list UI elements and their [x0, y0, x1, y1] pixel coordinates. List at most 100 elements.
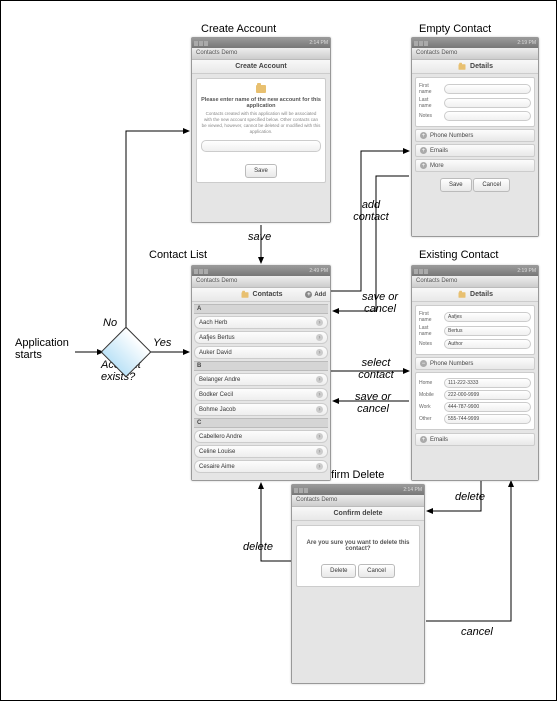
app-title-bar: Contacts Demo	[192, 48, 330, 60]
phone-row: Work444-787-9900	[419, 402, 531, 412]
last-name-label: Last name	[419, 97, 441, 109]
last-name-input[interactable]: Bertus	[444, 326, 531, 336]
edge-cancel-confirm: cancel	[461, 626, 493, 638]
existing-contact-body: First nameAafjes Last nameBertus NotesAu…	[412, 302, 538, 480]
save-button[interactable]: Save	[440, 178, 472, 192]
chevron-icon: ›	[316, 391, 323, 398]
list-item[interactable]: Aafjes Bertus›	[194, 331, 328, 344]
phone-row: Mobile222-000-9999	[419, 390, 531, 400]
notes-label: Notes	[419, 113, 441, 119]
last-name-input[interactable]	[444, 98, 531, 108]
status-bar: 2:14 PM	[292, 485, 424, 495]
section-header-c: C	[194, 418, 328, 428]
edge-no: No	[103, 317, 117, 329]
chevron-icon: ›	[316, 406, 323, 413]
folder-icon	[241, 292, 248, 298]
chevron-icon: ›	[316, 463, 323, 470]
title-contact-list: Contact List	[149, 249, 207, 261]
prompt-desc: Contacts created with this application w…	[201, 111, 321, 134]
first-name-input[interactable]	[444, 84, 531, 94]
list-item[interactable]: Cesaire Aime›	[194, 460, 328, 473]
title-existing-contact: Existing Contact	[419, 249, 498, 261]
emails-accordion[interactable]: +Emails	[415, 144, 535, 157]
list-item[interactable]: Bodker Cecil›	[194, 388, 328, 401]
account-name-input[interactable]	[201, 140, 321, 152]
chevron-icon: ›	[316, 319, 323, 326]
notes-input[interactable]: Author	[444, 339, 531, 349]
app-title-bar: Contacts Demo	[412, 276, 538, 288]
list-item[interactable]: Bohme Jacob›	[194, 403, 328, 416]
plus-icon: +	[305, 291, 312, 298]
phone-input[interactable]: 555-744-9999	[444, 414, 531, 424]
app-title-bar: Contacts Demo	[292, 495, 424, 507]
phone-numbers-accordion[interactable]: −Phone Numbers	[415, 357, 535, 370]
list-item[interactable]: Belanger Andre›	[194, 373, 328, 386]
confirm-delete-body: Are you sure you want to delete this con…	[292, 521, 424, 683]
cancel-button[interactable]: Cancel	[358, 564, 395, 578]
prompt-bold: Please enter name of the new account for…	[201, 97, 321, 109]
phone-empty-contact: 2:19 PM Contacts Demo Details First name…	[411, 37, 539, 237]
first-name-label: First name	[419, 83, 441, 95]
section-header-b: B	[194, 361, 328, 371]
create-account-body: Please enter name of the new account for…	[192, 74, 330, 222]
edge-delete-existing: delete	[455, 491, 485, 503]
add-button[interactable]: +Add	[305, 291, 326, 298]
phone-input[interactable]: 111-222-3333	[444, 378, 531, 388]
label-application-starts: Application starts	[15, 337, 75, 361]
chevron-icon: ›	[316, 433, 323, 440]
emails-accordion[interactable]: +Emails	[415, 433, 535, 446]
notes-label: Notes	[419, 341, 441, 347]
edge-yes: Yes	[153, 337, 171, 349]
first-name-label: First name	[419, 311, 441, 323]
phone-input[interactable]: 222-000-9999	[444, 390, 531, 400]
more-accordion[interactable]: +More	[415, 159, 535, 172]
edge-delete-confirm: delete	[243, 541, 273, 553]
edge-select-contact: select contact	[351, 357, 401, 381]
status-bar: 2:49 PM	[192, 266, 330, 276]
flowchart-canvas: Create Account Empty Contact Contact Lis…	[0, 0, 557, 701]
chevron-icon: ›	[316, 334, 323, 341]
phone-create-account: 2:14 PM Contacts Demo Create Account Ple…	[191, 37, 331, 223]
edge-add-contact: add contact	[346, 199, 396, 223]
edge-save-cancel-empty: save or cancel	[355, 291, 405, 315]
title-create-account: Create Account	[201, 23, 276, 35]
folder-icon	[459, 64, 466, 70]
plus-icon: +	[420, 147, 427, 154]
phone-numbers-accordion[interactable]: +Phone Numbers	[415, 129, 535, 142]
section-header-a: A	[194, 304, 328, 314]
chevron-icon: ›	[316, 376, 323, 383]
save-button[interactable]: Save	[245, 164, 277, 178]
cancel-button[interactable]: Cancel	[473, 178, 510, 192]
screen-header: Create Account	[192, 60, 330, 74]
screen-header: Details	[412, 60, 538, 74]
folder-icon	[256, 85, 266, 93]
phone-confirm-delete: 2:14 PM Contacts Demo Confirm delete Are…	[291, 484, 425, 684]
phone-existing-contact: 2:19 PM Contacts Demo Details First name…	[411, 265, 539, 481]
notes-input[interactable]	[444, 111, 531, 121]
empty-contact-body: First name Last name Notes +Phone Number…	[412, 74, 538, 236]
status-bar: 2:19 PM	[412, 38, 538, 48]
contact-list-body: A Aach Herb› Aafjes Bertus› Auker David›…	[192, 302, 330, 480]
screen-header: Confirm delete	[292, 507, 424, 521]
list-item[interactable]: Auker David›	[194, 346, 328, 359]
list-item[interactable]: Cabellero Andre›	[194, 430, 328, 443]
screen-header: Details	[412, 288, 538, 302]
status-bar: 2:19 PM	[412, 266, 538, 276]
chevron-icon: ›	[316, 349, 323, 356]
confirm-message: Are you sure you want to delete this con…	[303, 540, 413, 552]
screen-header: Contacts +Add	[192, 288, 330, 302]
phone-input[interactable]: 444-787-9900	[444, 402, 531, 412]
first-name-input[interactable]: Aafjes	[444, 312, 531, 322]
plus-icon: +	[420, 436, 427, 443]
list-item[interactable]: Celine Louise›	[194, 445, 328, 458]
minus-icon: −	[420, 360, 427, 367]
status-bar: 2:14 PM	[192, 38, 330, 48]
title-empty-contact: Empty Contact	[419, 23, 491, 35]
app-title-bar: Contacts Demo	[412, 48, 538, 60]
app-title-bar: Contacts Demo	[192, 276, 330, 288]
list-item[interactable]: Aach Herb›	[194, 316, 328, 329]
delete-button[interactable]: Delete	[321, 564, 356, 578]
plus-icon: +	[420, 162, 427, 169]
plus-icon: +	[420, 132, 427, 139]
folder-icon	[459, 292, 466, 298]
